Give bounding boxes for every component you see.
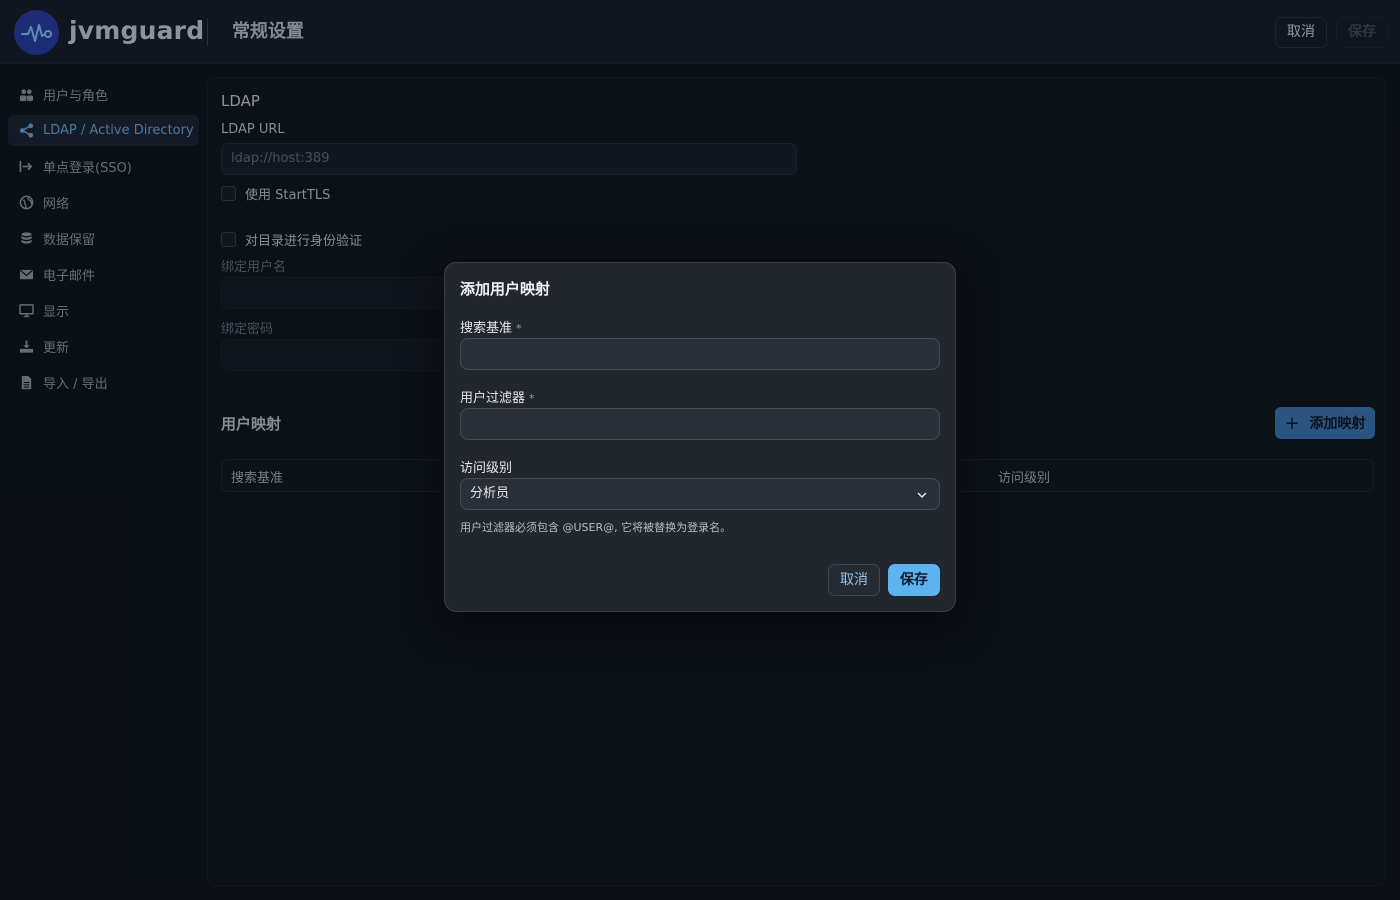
search-base-input[interactable] [460, 338, 940, 370]
chevron-down-icon [917, 492, 927, 499]
user-filter-label-text: 用户过滤器 [460, 391, 526, 406]
user-filter-input[interactable] [460, 408, 940, 440]
user-filter-label: 用户过滤器 * [460, 387, 535, 406]
access-level-select[interactable]: 分析员 [460, 478, 940, 510]
search-base-label-text: 搜索基准 [460, 321, 513, 336]
add-user-mapping-dialog: 添加用户映射 搜索基准 * 用户过滤器 * 访问级别 分析员 用户过滤器必须包含 @… [444, 262, 956, 612]
search-base-label: 搜索基准 * [460, 317, 522, 336]
access-level-value: 分析员 [470, 486, 510, 501]
access-level-label: 访问级别 [460, 461, 513, 476]
user-filter-hint: 用户过滤器必须包含 @USER@, 它将被替换为登录名。 [460, 521, 732, 534]
required-mark: * [516, 322, 522, 335]
required-mark: * [529, 392, 535, 405]
dialog-save-button[interactable]: 保存 [888, 564, 940, 596]
dialog-cancel-button[interactable]: 取消 [828, 564, 880, 596]
dialog-title: 添加用户映射 [460, 280, 551, 298]
